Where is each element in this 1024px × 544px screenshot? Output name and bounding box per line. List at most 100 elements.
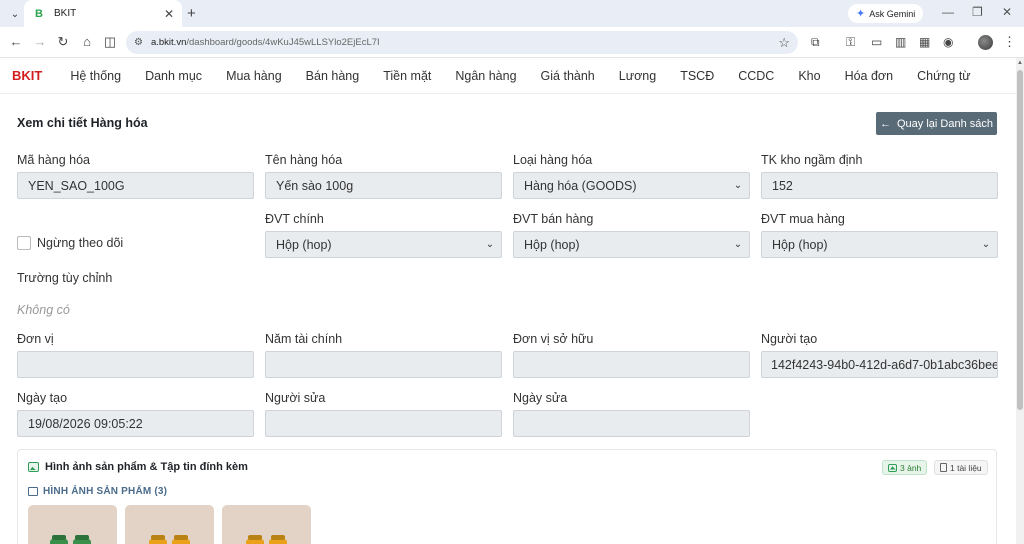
tab-close-icon[interactable]: ✕ [164,7,174,21]
ngung-theo-doi-checkbox[interactable] [17,236,31,250]
bookmark-star-icon[interactable]: ☆ [778,35,790,51]
browser-toolbar: ← → ↻ ⌂ ◫ ⚙ a.bkit.vn/dashboard/goods/4w… [0,27,1024,58]
nav-item-gia-thanh[interactable]: Giá thành [541,69,595,83]
profile-avatar[interactable] [978,35,993,50]
nguoi-sua-field[interactable] [265,410,502,437]
don-vi-so-huu-label: Đơn vị sở hữu [513,332,594,346]
ma-hang-hoa-value: YEN_SAO_100G [28,178,125,193]
reading-list-icon[interactable]: ▥ [895,35,906,49]
nav-item-luong[interactable]: Lương [619,69,656,83]
product-image-thumbnail[interactable] [222,505,311,544]
nguoi-tao-field[interactable]: 142f4243-94b0-412d-a6d7-0b1abc36bee [761,351,998,378]
files-count-badge: 1 tài liệu [934,460,988,475]
nguoi-tao-value: 142f4243-94b0-412d-a6d7-0b1abc36bee [771,357,997,372]
ngung-theo-doi-label: Ngừng theo dõi [37,236,124,250]
dvt-mua-hang-label: ĐVT mua hàng [761,212,845,226]
app-main-nav: BKIT Hệ thống Danh mục Mua hàng Bán hàng… [0,58,1016,94]
ten-hang-hoa-value: Yến sào 100g [276,178,354,193]
chevron-down-icon: ⌄ [981,239,991,250]
attachments-card: Hình ảnh sản phẩm & Tập tin đính kèm 3 ả… [17,449,997,544]
truong-tuy-chinh-label: Trường tùy chỉnh [17,271,113,285]
split-view-icon[interactable]: ◫ [102,34,118,50]
incognito-icon[interactable]: ◉ [943,35,953,49]
product-jar-image [269,539,287,544]
images-count-text: 3 ảnh [900,462,922,473]
nav-item-tscd[interactable]: TSCĐ [680,69,714,83]
payment-card-icon[interactable]: ▭ [871,35,882,49]
dvt-mua-hang-select[interactable]: Hộp (hop) ⌄ [761,231,998,258]
tk-kho-field[interactable]: 152 [761,172,998,199]
forward-arrow-icon[interactable]: → [32,34,48,49]
url-text: a.bkit.vn/dashboard/goods/4wKuJ45wLLSYlo… [150,37,380,48]
nam-tai-chinh-label: Năm tài chính [265,332,343,346]
ngay-sua-field[interactable] [513,410,750,437]
ngay-tao-field[interactable]: 19/08/2026 09:05:22 [17,410,254,437]
window-close-icon[interactable]: ✕ [1002,5,1012,19]
don-vi-so-huu-field[interactable] [513,351,750,378]
attachments-title-text: Hình ảnh sản phẩm & Tập tin đính kèm [45,461,248,473]
product-jar-image [246,539,264,544]
nav-item-he-thong[interactable]: Hệ thống [70,69,121,83]
nguoi-tao-label: Người tạo [761,332,818,346]
nav-item-hoa-don[interactable]: Hóa đơn [845,69,894,83]
truong-tuy-chinh-empty: Không có [17,303,70,317]
brand-logo[interactable]: BKIT [12,68,42,83]
product-image-thumbnail[interactable] [125,505,214,544]
password-key-icon[interactable]: ⚿ [846,35,855,50]
address-bar[interactable]: ⚙ a.bkit.vn/dashboard/goods/4wKuJ45wLLSY… [126,31,798,54]
ngay-sua-label: Ngày sửa [513,391,568,405]
nav-item-ccdc[interactable]: CCDC [738,69,774,83]
nav-item-ban-hang[interactable]: Bán hàng [306,69,360,83]
product-jar-image [50,539,68,544]
ma-hang-hoa-field[interactable]: YEN_SAO_100G [17,172,254,199]
images-count-badge: 3 ảnh [882,460,928,475]
nav-item-kho[interactable]: Kho [798,69,820,83]
attachments-title: Hình ảnh sản phẩm & Tập tin đính kèm [28,461,248,473]
image-icon [28,487,38,496]
nav-item-chung-tu[interactable]: Chứng từ [917,69,971,83]
product-jar-image [149,539,167,544]
ten-hang-hoa-label: Tên hàng hóa [265,153,343,167]
dvt-ban-hang-select[interactable]: Hộp (hop) ⌄ [513,231,750,258]
files-count-text: 1 tài liệu [950,462,982,473]
product-images-section-label: HÌNH ẢNH SẢN PHẨM (3) [28,486,167,497]
dvt-ban-hang-label: ĐVT bán hàng [513,212,594,226]
don-vi-field[interactable] [17,351,254,378]
ask-gemini-button[interactable]: ✦ Ask Gemini [848,4,924,23]
browser-tab[interactable]: B BKIT ✕ [24,0,182,27]
nam-tai-chinh-field[interactable] [265,351,502,378]
nav-item-ngan-hang[interactable]: Ngân hàng [455,69,516,83]
restore-icon[interactable]: ❐ [972,5,983,19]
dvt-chinh-select[interactable]: Hộp (hop) ⌄ [265,231,502,258]
tab-favicon-icon: B [32,6,46,21]
don-vi-label: Đơn vị [17,332,54,346]
tab-search-chevron-icon[interactable]: ⌄ [6,5,24,23]
product-image-thumbnail[interactable] [28,505,117,544]
back-to-list-button[interactable]: ← Quay lại Danh sách [876,112,997,135]
minimize-icon[interactable]: — [942,5,954,19]
gemini-sparkle-icon: ✦ [856,8,866,20]
scrollbar-thumb[interactable] [1017,70,1023,410]
site-settings-icon[interactable]: ⚙ [134,37,143,48]
chevron-down-icon: ⌄ [733,180,743,191]
home-icon[interactable]: ⌂ [79,34,95,49]
nav-item-danh-muc[interactable]: Danh mục [145,69,202,83]
nav-item-tien-mat[interactable]: Tiền mặt [383,69,431,83]
loai-hang-hoa-select[interactable]: Hàng hóa (GOODS) ⌄ [513,172,750,199]
tab-grid-icon[interactable]: ▦ [919,35,930,49]
document-icon [940,463,947,472]
ngay-tao-label: Ngày tạo [17,391,68,405]
reload-icon[interactable]: ↻ [55,34,71,50]
new-tab-plus-icon[interactable]: + [187,5,196,22]
product-images-section-text: HÌNH ẢNH SẢN PHẨM (3) [43,486,168,497]
loai-hang-hoa-label: Loại hàng hóa [513,153,593,167]
tab-title: BKIT [54,8,77,19]
extensions-icon[interactable]: ⧉ [811,35,820,50]
browser-menu-icon[interactable]: ⋮ [1003,34,1016,50]
nav-item-mua-hang[interactable]: Mua hàng [226,69,282,83]
scroll-up-arrow-icon[interactable]: ▲ [1017,60,1023,66]
back-arrow-icon[interactable]: ← [8,34,24,49]
ten-hang-hoa-field[interactable]: Yến sào 100g [265,172,502,199]
chevron-down-icon: ⌄ [733,239,743,250]
back-to-list-label: Quay lại Danh sách [897,117,993,130]
